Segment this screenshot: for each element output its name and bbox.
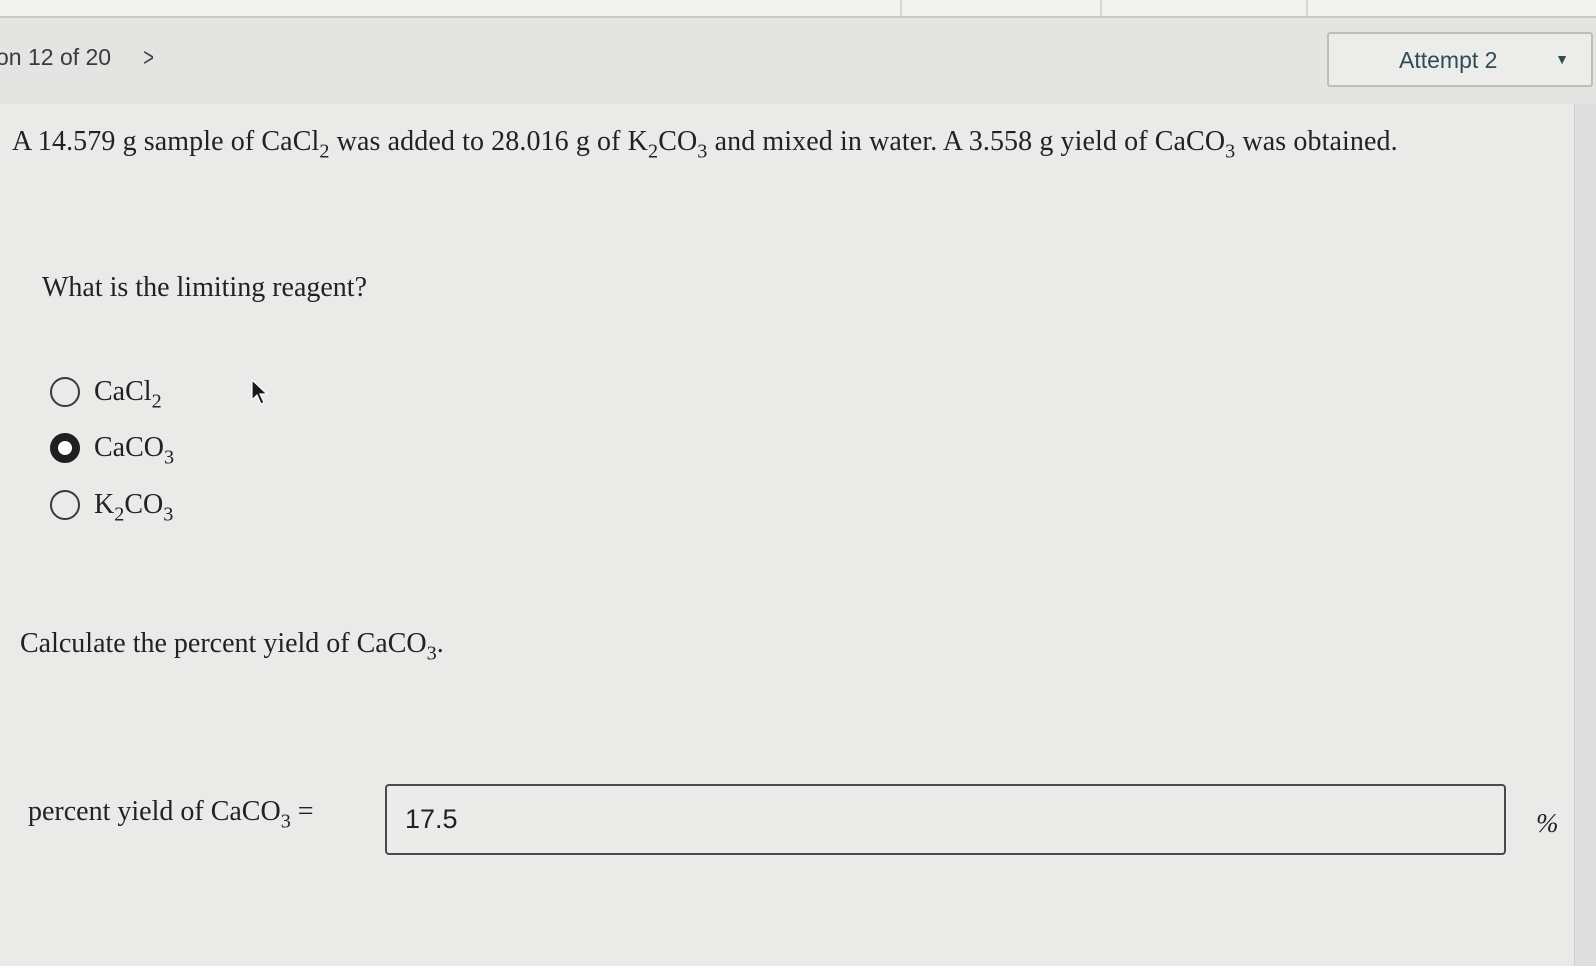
chevron-down-icon: ▼: [1555, 51, 1569, 67]
next-question-chevron-icon[interactable]: >: [143, 42, 154, 73]
problem-statement: A 14.579 g sample of CaCl2 was added to …: [12, 126, 1398, 163]
attempt-dropdown[interactable]: Attempt 2 ▼: [1327, 32, 1593, 87]
scrollbar-track[interactable]: [1574, 104, 1596, 966]
radio-button[interactable]: [50, 490, 80, 520]
mouse-cursor-icon: [251, 378, 269, 405]
option-label: CaCl2: [94, 376, 162, 413]
tab-separator: [900, 0, 902, 16]
question-counter: on 12 of 20: [0, 43, 112, 70]
option-cacl2[interactable]: CaCl2: [50, 372, 162, 412]
browser-top-strip: [0, 0, 1596, 18]
tab-separator: [1306, 0, 1308, 16]
answer-label: percent yield of CaCO3 =: [28, 796, 314, 833]
option-caco3[interactable]: CaCO3: [50, 428, 174, 468]
percent-yield-question: Calculate the percent yield of CaCO3.: [20, 628, 444, 665]
limiting-reagent-question: What is the limiting reagent?: [42, 272, 368, 303]
option-label: K2CO3: [94, 489, 174, 526]
option-label: CaCO3: [94, 432, 175, 469]
radio-button-selected[interactable]: [50, 433, 80, 463]
radio-button[interactable]: [50, 377, 80, 407]
question-navigation: on 12 of 20 >: [0, 40, 156, 74]
option-k2co3[interactable]: K2CO3: [50, 485, 173, 525]
percent-unit: %: [1536, 808, 1559, 838]
tab-separator: [1100, 0, 1102, 16]
attempt-label: Attempt 2: [1399, 47, 1498, 73]
percent-yield-field[interactable]: [385, 784, 1506, 855]
percent-yield-input[interactable]: [405, 796, 1485, 842]
